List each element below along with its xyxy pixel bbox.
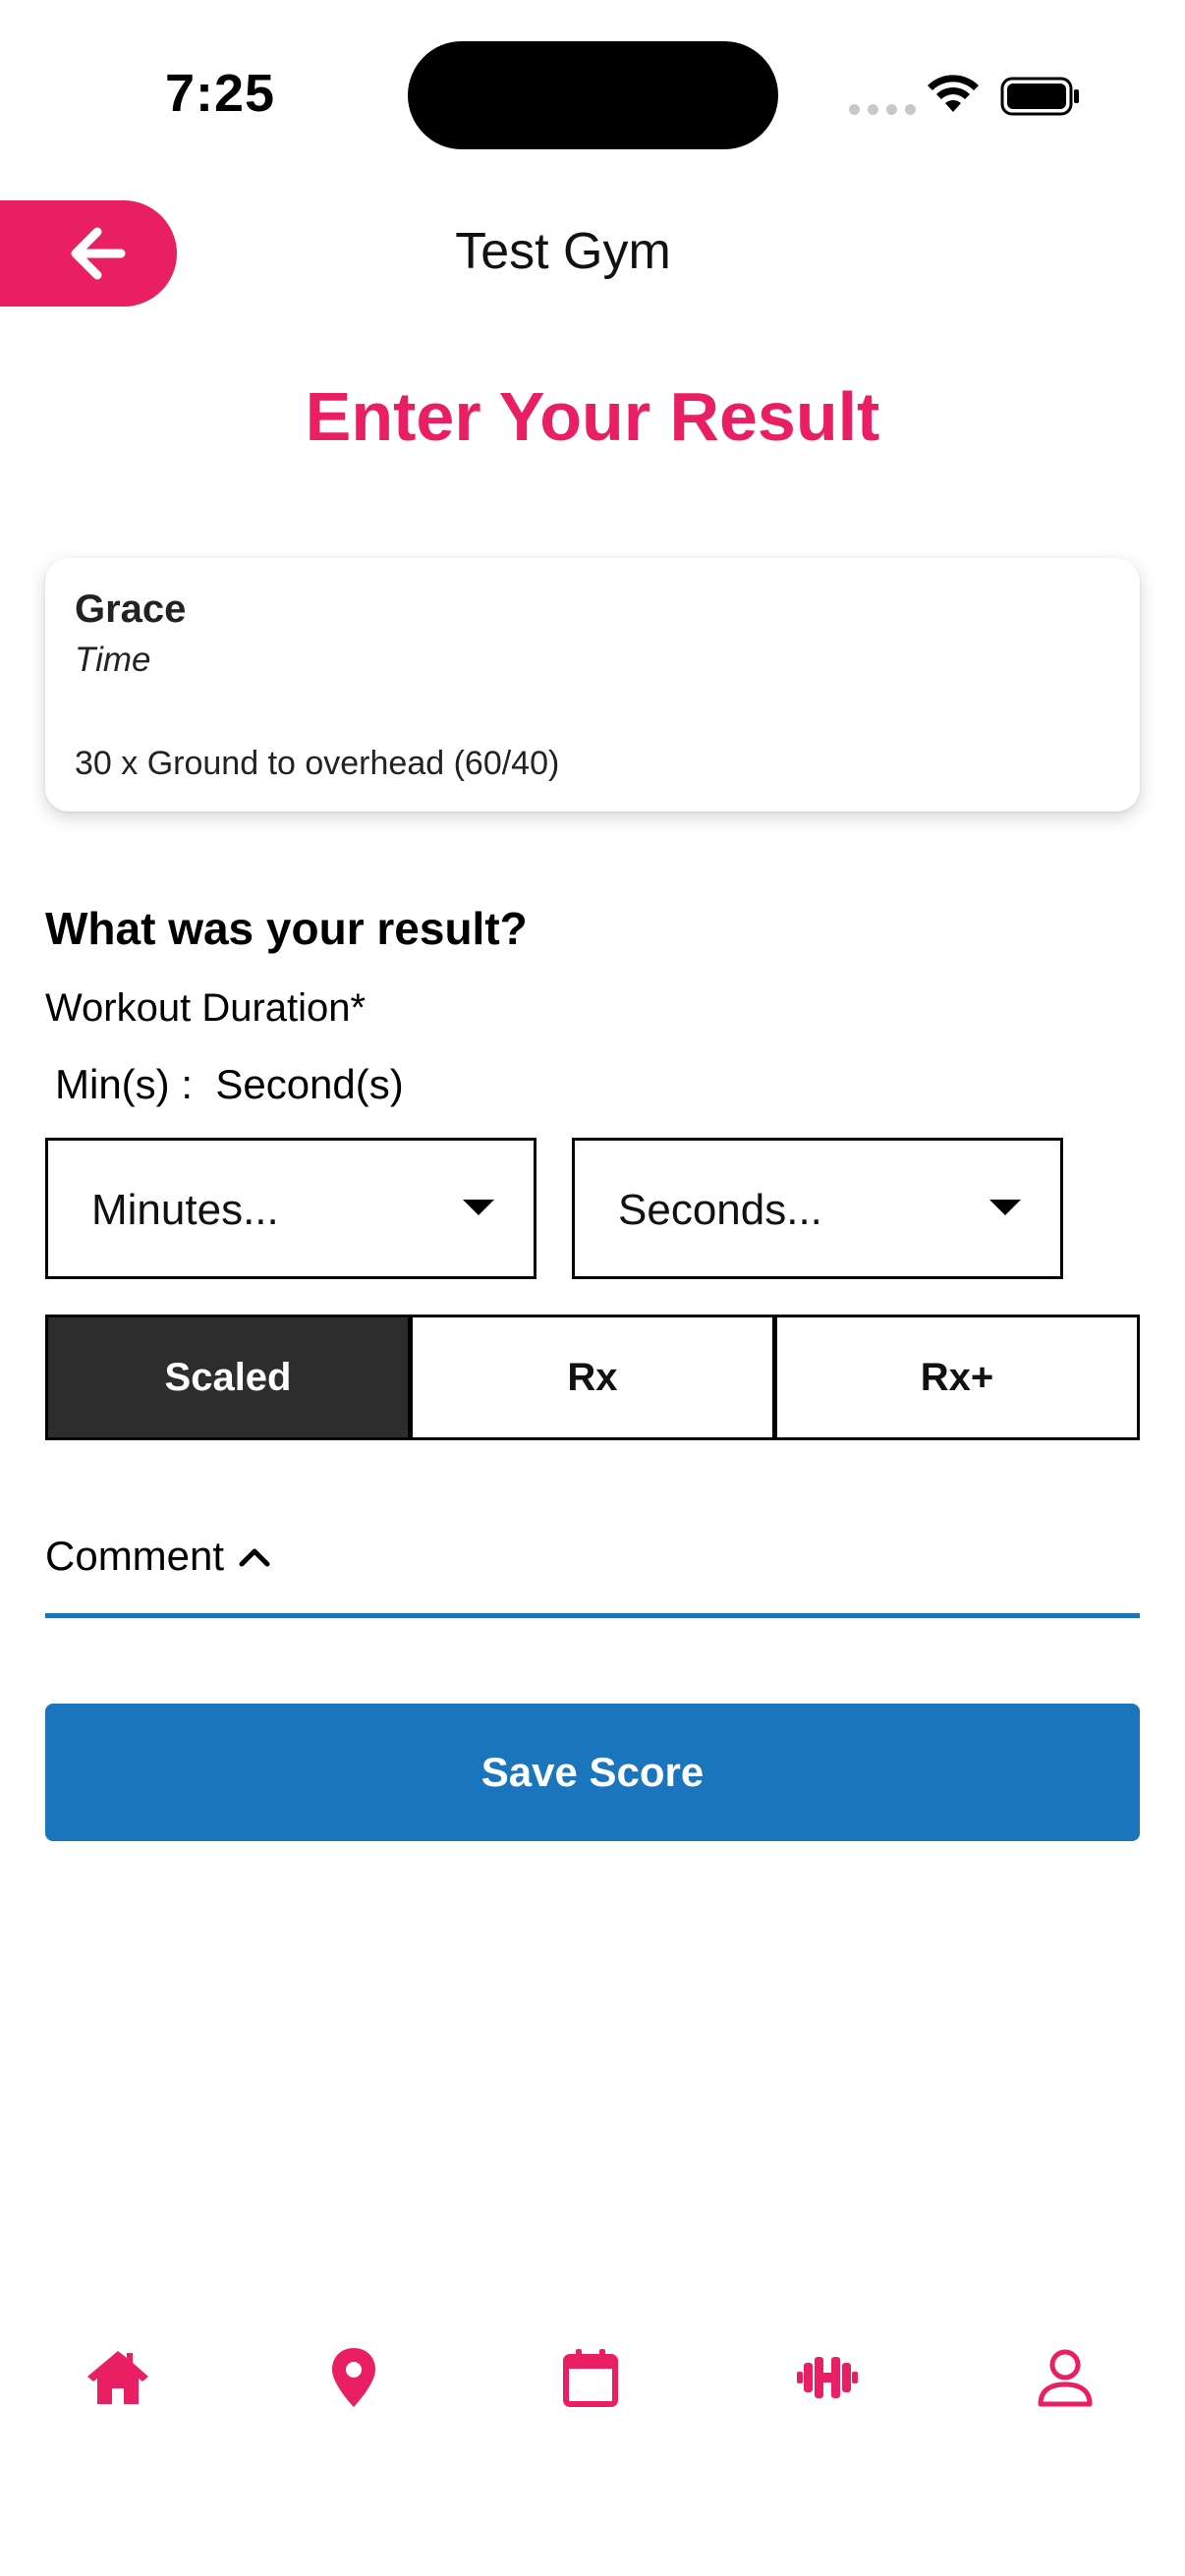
comment-toggle[interactable]: Comment [45,1527,1140,1618]
dynamic-island [408,41,778,149]
nav-home[interactable] [69,2328,167,2427]
nav-profile[interactable] [1016,2328,1114,2427]
duration-label: Workout Duration* [45,986,367,1030]
location-pin-icon [332,2348,375,2407]
calendar-icon [563,2349,618,2407]
scaling-segmented-control: Scaled Rx Rx+ [45,1315,1140,1440]
nav-location[interactable] [305,2328,403,2427]
wifi-icon [928,75,979,112]
chevron-up-icon [239,1548,270,1567]
dumbbell-icon [797,2357,858,2398]
page-title: Enter Your Result [305,378,880,455]
segment-scaled[interactable]: Scaled [45,1315,411,1440]
caret-down-icon [989,1200,1021,1215]
caret-down-icon [463,1200,494,1215]
cellular-signal-icon [849,104,916,115]
user-icon [1038,2349,1093,2407]
min-sec-label: Min(s) : Second(s) [55,1061,404,1107]
nav-workouts[interactable] [778,2328,876,2427]
header-title: Test Gym [455,223,671,280]
minutes-select-placeholder: Minutes... [91,1186,279,1234]
comment-label: Comment [45,1533,225,1579]
battery-icon [1000,77,1079,116]
bottom-nav [0,2319,1185,2436]
workout-description: 30 x Ground to overhead (60/40) [75,745,560,782]
segment-rx-plus[interactable]: Rx+ [774,1315,1140,1440]
result-heading: What was your result? [45,903,528,954]
seconds-select-placeholder: Seconds... [618,1186,822,1234]
seconds-select[interactable]: Seconds... [572,1138,1063,1279]
segment-rx[interactable]: Rx [410,1315,775,1440]
home-icon [87,2351,148,2404]
status-bar: 7:25 [0,0,1185,187]
workout-card: Grace Time 30 x Ground to overhead (60/4… [45,558,1140,812]
save-score-button[interactable]: Save Score [45,1704,1140,1841]
nav-calendar[interactable] [541,2328,640,2427]
workout-type: Time [75,641,151,679]
status-time: 7:25 [165,64,276,123]
workout-name: Grace [75,588,187,631]
minutes-select[interactable]: Minutes... [45,1138,536,1279]
